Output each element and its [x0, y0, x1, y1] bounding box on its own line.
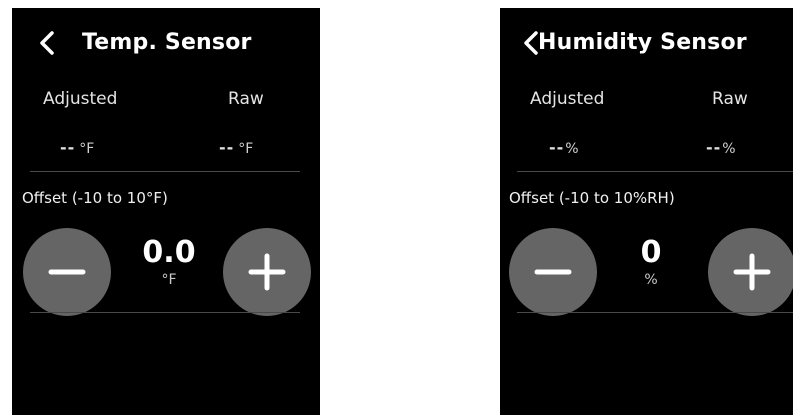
adjusted-label: Adjusted	[530, 89, 605, 109]
adjusted-value: --	[549, 138, 565, 157]
chevron-left-icon	[36, 26, 60, 60]
page-title: Humidity Sensor	[538, 30, 747, 55]
divider	[30, 312, 300, 313]
raw-reading: --%	[706, 138, 736, 157]
raw-value: --	[219, 138, 235, 157]
raw-unit: %	[722, 141, 736, 157]
decrease-button[interactable]	[509, 228, 597, 316]
divider	[517, 312, 793, 313]
raw-label: Raw	[228, 89, 264, 109]
raw-unit: °F	[238, 141, 254, 157]
page-title: Temp. Sensor	[82, 30, 252, 55]
offset-unit: °F	[161, 272, 177, 288]
humidity-sensor-screen: Humidity Sensor Adjusted Raw --% --% Off…	[500, 8, 793, 415]
temp-sensor-screen: Temp. Sensor Adjusted Raw -- °F -- °F Offs…	[12, 8, 320, 415]
divider	[517, 171, 793, 172]
adjusted-unit: °F	[79, 141, 95, 157]
increase-button[interactable]	[708, 228, 793, 316]
offset-value: 0.0	[142, 235, 196, 270]
adjusted-label: Adjusted	[43, 89, 118, 109]
decrease-button[interactable]	[23, 228, 111, 316]
adjusted-value: --	[60, 138, 76, 157]
raw-label: Raw	[712, 89, 748, 109]
adjusted-unit: %	[565, 141, 579, 157]
raw-value: --	[706, 138, 722, 157]
offset-value: 0	[640, 235, 662, 270]
back-button[interactable]	[36, 26, 60, 60]
header: Humidity Sensor	[500, 26, 793, 62]
increase-button[interactable]	[223, 228, 311, 316]
offset-label: Offset (-10 to 10°F)	[22, 189, 168, 207]
header: Temp. Sensor	[12, 26, 320, 62]
divider	[30, 171, 300, 172]
raw-reading: -- °F	[219, 138, 253, 157]
offset-label: Offset (-10 to 10%RH)	[509, 189, 675, 207]
offset-unit: %	[644, 272, 658, 288]
adjusted-reading: -- °F	[60, 138, 94, 157]
adjusted-reading: --%	[549, 138, 579, 157]
